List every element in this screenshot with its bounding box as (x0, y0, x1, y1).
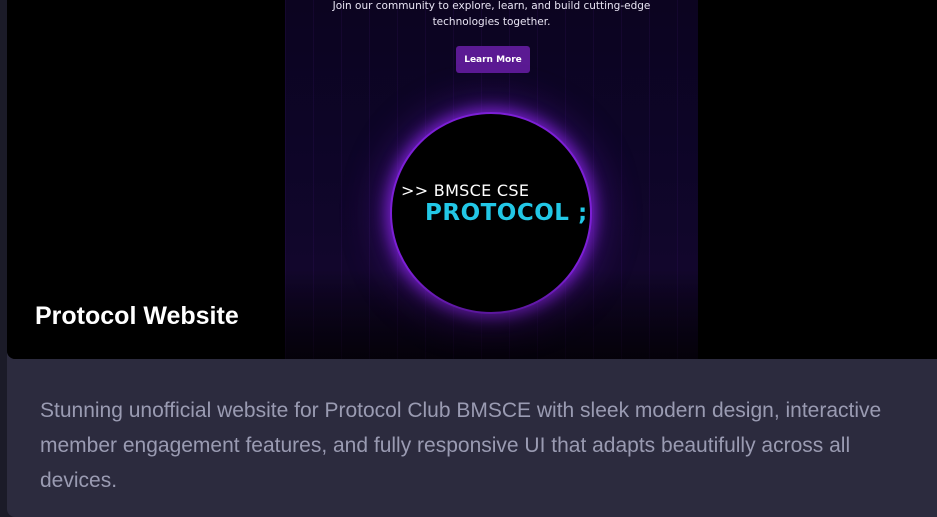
project-title: Protocol Website (35, 302, 239, 330)
preview-tagline-line2: technologies together. (432, 16, 551, 28)
project-preview-media: Join our community to explore, learn, an… (7, 0, 937, 359)
website-screenshot: Join our community to explore, learn, an… (285, 0, 698, 359)
project-card[interactable]: Join our community to explore, learn, an… (7, 0, 937, 517)
preview-tagline-line1: Join our community to explore, learn, an… (332, 0, 651, 12)
learn-more-button[interactable]: Learn More (456, 46, 530, 73)
page: Join our community to explore, learn, an… (0, 0, 937, 517)
project-description: Stunning unofficial website for Protocol… (40, 399, 882, 492)
logo-text-bmsce-cse: >> BMSCE CSE (401, 181, 530, 200)
logo-text-protocol: PROTOCOL ; (425, 200, 588, 226)
preview-tagline: Join our community to explore, learn, an… (285, 0, 698, 30)
